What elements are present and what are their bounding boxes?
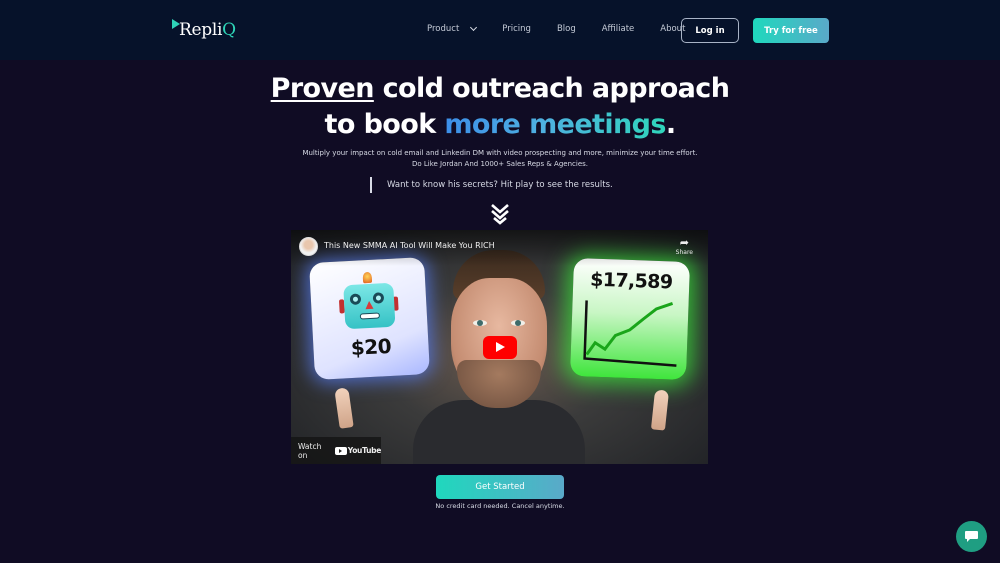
money-card: $17,589	[569, 258, 691, 380]
headline-line1: cold outreach approach	[373, 73, 730, 104]
video-title-bar: This New SMMA AI Tool Will Make You RICH…	[291, 230, 708, 266]
subtitle-line2: Do Like Jordan And 1000+ Sales Reps & Ag…	[411, 160, 589, 168]
nav-item-product[interactable]: Product	[427, 23, 478, 34]
robot-card-price: $20	[350, 333, 392, 360]
double-chevron-down-icon	[491, 204, 509, 225]
nav-item-pricing[interactable]: Pricing	[502, 24, 531, 34]
hero: Proven cold outreach approach to book mo…	[0, 71, 1000, 143]
youtube-logo: YouTube	[334, 446, 381, 455]
page-title: Proven cold outreach approach to book mo…	[0, 71, 1000, 143]
play-button[interactable]	[483, 336, 517, 359]
logo[interactable]: RepliQ	[172, 19, 236, 40]
headline-line2: to book	[324, 109, 445, 140]
pointing-finger-right	[650, 389, 670, 431]
youtube-icon	[334, 446, 347, 455]
growth-chart-icon	[583, 300, 677, 367]
robot-icon	[343, 282, 396, 330]
get-started-button[interactable]: Get Started	[436, 475, 564, 499]
cta-note: No credit card needed. Cancel anytime.	[435, 502, 565, 510]
chat-icon	[965, 531, 978, 542]
nav-item-product-label: Product	[427, 24, 460, 34]
channel-avatar[interactable]	[299, 237, 318, 256]
share-button[interactable]: ➦ Share	[675, 236, 693, 257]
headline-underlined: Proven	[270, 73, 375, 104]
logo-accent: Q	[222, 20, 236, 40]
video-title[interactable]: This New SMMA AI Tool Will Make You RICH	[324, 241, 495, 250]
youtube-video-embed[interactable]: $20 $17,589 This New SMMA AI Tool Will M…	[291, 230, 708, 464]
logo-text: Repli	[179, 20, 223, 40]
secret-text: Want to know his secrets? Hit play to se…	[387, 180, 613, 190]
watch-on-youtube-button[interactable]: Watch on YouTube	[291, 437, 381, 464]
share-label: Share	[675, 249, 693, 256]
nav-item-blog[interactable]: Blog	[557, 24, 576, 34]
login-button[interactable]: Log in	[681, 18, 739, 43]
headline-period: .	[665, 109, 676, 140]
headline-gradient: more meetings	[444, 109, 666, 140]
share-icon: ➦	[679, 236, 689, 249]
subtitle-line1: Multiply your impact on cold email and L…	[302, 149, 698, 157]
watch-on-label: Watch on	[298, 441, 322, 460]
try-for-free-button[interactable]: Try for free	[753, 18, 829, 43]
money-card-price: $17,589	[589, 268, 673, 294]
secret-callout: Want to know his secrets? Hit play to se…	[370, 177, 613, 193]
nav-item-affiliate[interactable]: Affiliate	[602, 24, 635, 34]
robot-card: $20	[309, 257, 430, 380]
quote-bar	[370, 177, 372, 193]
nav-links: Product Pricing Blog Affiliate About	[427, 23, 711, 34]
chat-widget-button[interactable]	[956, 521, 987, 552]
robot-antenna	[362, 271, 373, 284]
hero-subtitle: Multiply your impact on cold email and L…	[0, 148, 1000, 170]
chevron-down-icon	[470, 23, 478, 32]
navbar: RepliQ Product Pricing Blog Affiliate Ab…	[0, 0, 1000, 60]
pointing-finger-left	[334, 387, 354, 429]
